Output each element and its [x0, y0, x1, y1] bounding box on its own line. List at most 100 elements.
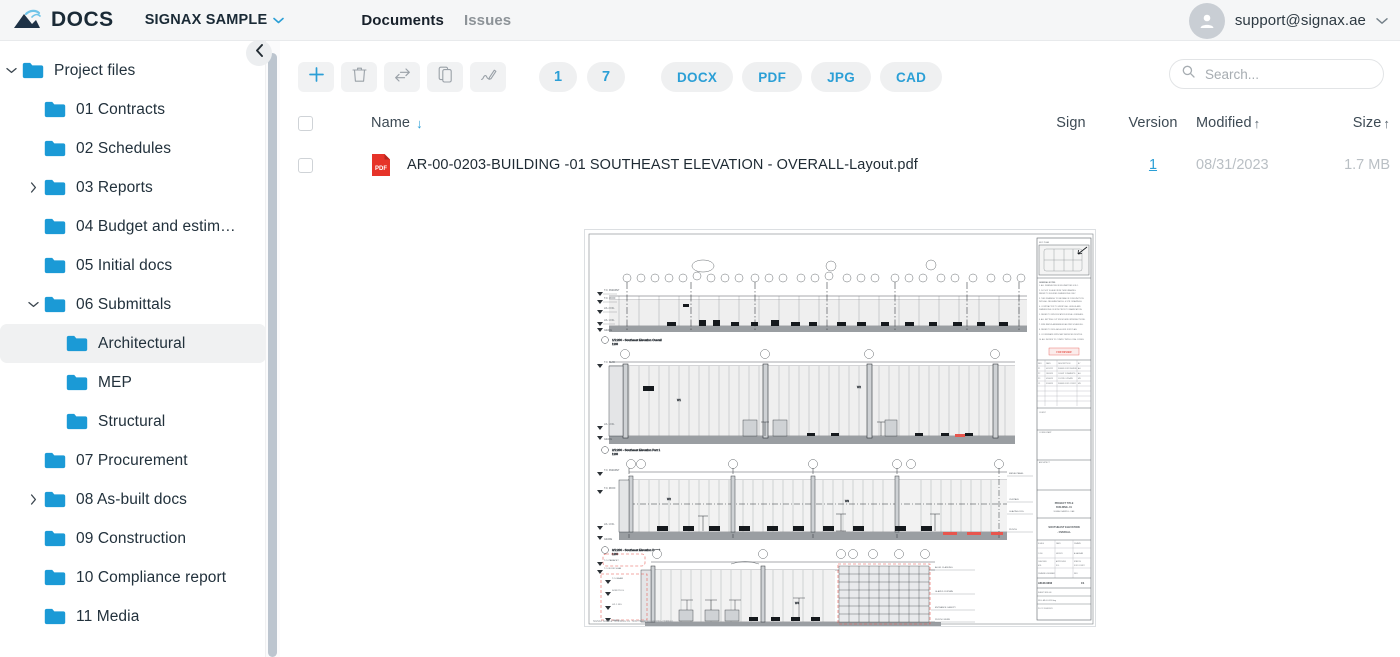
project-name: SIGNAX SAMPLE [144, 12, 268, 28]
sidebar-item-label: 05 Initial docs [76, 256, 173, 274]
svg-text:31/08/23: 31/08/23 [1046, 383, 1053, 385]
sidebar-item-label: 09 Construction [76, 529, 187, 547]
app-title: DOCS [51, 8, 114, 31]
chevron-down-icon [1376, 17, 1388, 25]
move-button[interactable] [384, 62, 420, 92]
svg-text:CHECKED: CHECKED [1038, 561, 1047, 563]
folder-icon [44, 530, 76, 547]
copy-button[interactable] [427, 62, 463, 92]
svg-text:08/2023: 08/2023 [1056, 553, 1063, 555]
column-header-version[interactable]: Version [1110, 115, 1196, 131]
svg-text:ISSUED FOR REVIEW: ISSUED FOR REVIEW [1058, 368, 1077, 370]
column-header-sign[interactable]: Sign [1032, 115, 1110, 131]
svg-text:05/12/22: 05/12/22 [1046, 368, 1053, 370]
folder-icon [66, 335, 98, 352]
svg-text:2/1:200 - Southeast Elevation: 2/1:200 - Southeast Elevation Part 1 [612, 448, 661, 452]
sidebar-item-03-reports[interactable]: 03 Reports [0, 168, 266, 207]
count-chip-1[interactable]: 1 [539, 62, 577, 92]
delete-button[interactable] [341, 62, 377, 92]
svg-text:02/06/23: 02/06/23 [1046, 378, 1053, 380]
tab-issues[interactable]: Issues [464, 12, 511, 29]
svg-text:GRADE: GRADE [604, 329, 613, 332]
sidebar-item-04-budget-and-estim[interactable]: 04 Budget and estim… [0, 207, 266, 246]
folder-icon [44, 491, 76, 508]
column-header-sign-label: Sign [1056, 115, 1086, 131]
svg-text:7. FIRE RATED ASSEMBLIES AS PE: 7. FIRE RATED ASSEMBLIES AS PER SCHEDULE… [1039, 323, 1084, 326]
sidebar-item-label: 01 Contracts [76, 100, 166, 118]
rename-button[interactable] [470, 62, 506, 92]
svg-text:LVL 1 FFL: LVL 1 FFL [604, 320, 615, 322]
chevron-down-icon[interactable] [22, 301, 44, 308]
folder-icon [44, 257, 76, 274]
table-row[interactable]: PDF AR-00-0203-BUILDING -01 SOUTHEAST EL… [280, 143, 1400, 187]
user-menu[interactable]: support@signax.ae [1188, 0, 1388, 41]
sidebar-item-06-submittals[interactable]: 06 Submittals [0, 285, 266, 324]
sidebar-item-08-as-built-docs[interactable]: 08 As-built docs [0, 480, 266, 519]
svg-text:3. THIS DRAWING TO BE READ IN: 3. THIS DRAWING TO BE READ IN CONJUNCTIO… [1039, 297, 1084, 300]
sidebar-item-02-schedules[interactable]: 02 Schedules [0, 129, 266, 168]
search-input[interactable] [1203, 65, 1371, 83]
search-box[interactable] [1169, 59, 1384, 89]
row-checkbox[interactable] [298, 157, 313, 173]
svg-text:PLOT: 31/08/2023: PLOT: 31/08/2023 [1038, 608, 1053, 610]
sidebar-scrollbar-thumb[interactable] [268, 53, 277, 657]
plus-icon [308, 66, 325, 88]
filter-chip-cad[interactable]: CAD [880, 62, 943, 92]
pdf-file-icon: PDF [371, 153, 391, 177]
move-icon [394, 67, 411, 88]
column-header-size[interactable]: Size ↑ [1304, 115, 1400, 131]
project-switcher[interactable]: SIGNAX SAMPLE [145, 12, 285, 28]
count-chip-7[interactable]: 7 [587, 62, 625, 92]
chevron-right-icon[interactable] [22, 182, 44, 193]
sidebar-item-11-media[interactable]: 11 Media [0, 597, 266, 636]
column-header-modified[interactable]: Modified ↑ [1196, 115, 1304, 131]
svg-text:W4: W4 [795, 601, 799, 605]
sidebar-item-architectural[interactable]: Architectural [0, 324, 266, 363]
sidebar-item-mep[interactable]: MEP [0, 363, 266, 402]
column-header-name[interactable]: Name ↓ [371, 115, 1032, 131]
chevron-down-icon[interactable] [0, 67, 22, 74]
sidebar-item-01-contracts[interactable]: 01 Contracts [0, 90, 266, 129]
pdf-preview-sheet[interactable]: T.O. PARAPET T.O. ROOF LVL 2 FFL LVL 1 FFL… [584, 229, 1096, 627]
sidebar-item-structural[interactable]: Structural [0, 402, 266, 441]
svg-text:T.O. ROOF SLAB: T.O. ROOF SLAB [604, 567, 622, 570]
sidebar-item-05-initial-docs[interactable]: 05 Initial docs [0, 246, 266, 285]
version-cell: 1 [1110, 156, 1196, 174]
version-link[interactable]: 1 [1149, 157, 1157, 173]
body-wrapper: Project files 01 Contracts 02 Schedules 03 … [0, 41, 1400, 657]
sidebar-item-09-construction[interactable]: 09 Construction [0, 519, 266, 558]
chevron-right-icon[interactable] [22, 494, 44, 505]
svg-text:ISSUED FOR CONST.: ISSUED FOR CONST. [1058, 383, 1077, 385]
svg-text:STATUS: STATUS [1074, 560, 1082, 563]
sidebar-collapse-button[interactable] [246, 41, 272, 66]
select-all-checkbox[interactable] [298, 115, 313, 131]
logo-block[interactable]: DOCS [0, 8, 114, 32]
tab-documents[interactable]: Documents [361, 12, 444, 29]
svg-text:T.O. BEAM: T.O. BEAM [612, 577, 623, 580]
svg-text:DIMENSIONS ON SITE PRIOR TO FA: DIMENSIONS ON SITE PRIOR TO FABRICATION. [1039, 308, 1083, 311]
document-preview-area: T.O. PARAPET T.O. ROOF LVL 2 FFL LVL 1 FFL… [280, 213, 1400, 657]
filter-chip-jpg[interactable]: JPG [811, 62, 872, 92]
modified-cell: 08/31/2023 [1196, 157, 1269, 173]
svg-text:APPROVED: APPROVED [1056, 560, 1067, 563]
sidebar-item-project-files[interactable]: Project files [0, 51, 266, 90]
search-icon [1182, 65, 1195, 83]
filter-chip-pdf[interactable]: PDF [742, 62, 803, 92]
svg-text:DESCRIPTION: DESCRIPTION [1058, 363, 1071, 365]
svg-text:WITH ALL RELEVANT ARCH. & STR.: WITH ALL RELEVANT ARCH. & STR. DRAWINGS. [1039, 300, 1083, 303]
file-name-label: AR-00-0203-BUILDING -01 SOUTHEAST ELEVAT… [407, 157, 918, 173]
architectural-drawing-svg: T.O. PARAPET T.O. ROOF LVL 2 FFL LVL 1 FFL… [585, 230, 1095, 626]
filter-chip-docx[interactable]: DOCX [661, 62, 734, 92]
add-button[interactable] [298, 62, 334, 92]
svg-text:CLIENT COMMENTS: CLIENT COMMENTS [1058, 373, 1076, 375]
svg-text:PROJECT TITLE: PROJECT TITLE [1055, 502, 1074, 505]
svg-text:FILE: AR-00-0203.dwg: FILE: AR-00-0203.dwg [1038, 599, 1056, 602]
svg-text:CONSULTANT: CONSULTANT [1039, 431, 1052, 434]
sidebar-item-10-compliance-report[interactable]: 10 Compliance report [0, 558, 266, 597]
svg-text:ENTRANCE CANOPY: ENTRANCE CANOPY [935, 606, 956, 609]
sidebar-item-07-procurement[interactable]: 07 Procurement [0, 441, 266, 480]
svg-text:10. ALL WORKS TO COMPLY WITH L: 10. ALL WORKS TO COMPLY WITH LOCAL CODES… [1039, 338, 1085, 341]
sort-arrow-down-icon: ↓ [416, 115, 423, 131]
sidebar-scrollbar-track[interactable] [265, 41, 280, 657]
svg-text:T.O. SLAB: T.O. SLAB [604, 361, 615, 364]
